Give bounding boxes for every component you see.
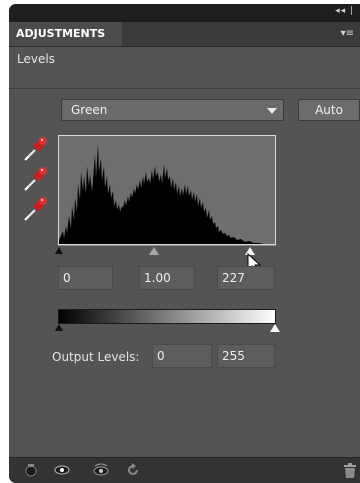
output-white-field[interactable]: 255 — [217, 344, 275, 368]
input-midtone-field[interactable]: 1.00 — [139, 266, 195, 290]
reset-icon[interactable] — [126, 463, 140, 477]
tab-row: ADJUSTMENTS ▾≡ — [9, 22, 360, 47]
input-levels-track — [58, 245, 276, 246]
collapse-panel-icon[interactable]: ◂◂ | — [335, 6, 354, 16]
output-black-field[interactable]: 0 — [152, 344, 212, 368]
tab-adjustments[interactable]: ADJUSTMENTS — [9, 22, 122, 46]
histogram-graph — [59, 144, 269, 244]
channel-select[interactable]: Green — [61, 99, 284, 121]
visibility-eye-icon[interactable] — [54, 463, 70, 477]
input-white-field[interactable]: 227 — [217, 266, 275, 290]
input-black-field[interactable]: 0 — [58, 266, 113, 290]
output-levels-label: Output Levels: — [52, 350, 140, 364]
divider — [9, 88, 360, 89]
input-black-slider[interactable] — [55, 247, 63, 254]
panel-menu-icon[interactable]: ▾≡ — [341, 28, 354, 39]
histogram — [58, 135, 276, 245]
output-black-slider[interactable] — [55, 324, 63, 331]
gray-point-eyedropper-icon[interactable] — [23, 167, 49, 191]
black-point-eyedropper-icon[interactable] — [23, 137, 49, 161]
channel-select-value: Green — [71, 103, 108, 117]
panel-bottom-bar — [9, 457, 360, 483]
panel-title-strip: ◂◂ | — [9, 4, 360, 22]
adjustment-type-title: Levels — [17, 52, 55, 66]
input-midtone-slider[interactable] — [149, 247, 159, 255]
trash-icon[interactable] — [343, 463, 357, 479]
output-gradient-bar — [58, 309, 276, 324]
output-white-slider[interactable] — [270, 324, 280, 332]
white-point-eyedropper-icon[interactable] — [23, 197, 49, 221]
chevron-down-icon — [267, 108, 277, 114]
adjustments-panel: ◂◂ | ADJUSTMENTS ▾≡ Levels Green Auto 0 … — [9, 4, 360, 483]
clip-layer-icon[interactable] — [25, 463, 37, 477]
view-previous-icon[interactable] — [92, 463, 110, 477]
auto-button[interactable]: Auto — [298, 99, 360, 121]
